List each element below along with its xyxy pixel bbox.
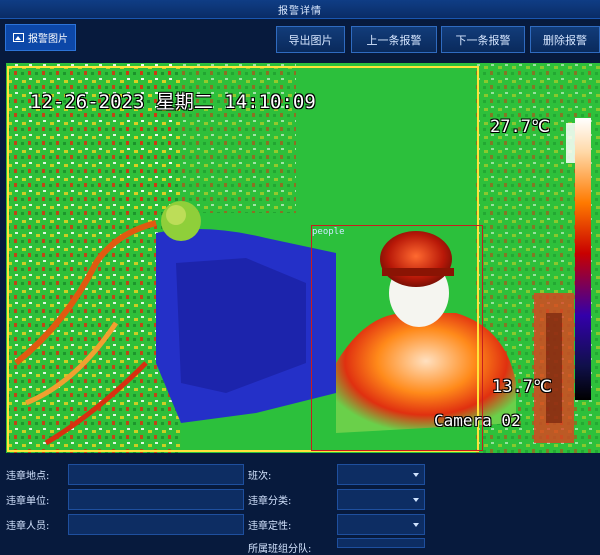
location-field[interactable] xyxy=(68,464,244,485)
detection-box[interactable] xyxy=(311,225,483,451)
tab-alarm-image-label: 报警图片 xyxy=(28,34,68,45)
max-temperature-label: 27.7℃ xyxy=(490,117,551,137)
export-image-button[interactable]: 导出图片 xyxy=(276,26,345,53)
unit-label: 违章单位: xyxy=(6,496,50,507)
previous-alarm-button[interactable]: 上一条报警 xyxy=(351,26,437,53)
title-bar: 报警详情 xyxy=(0,0,600,19)
nature-select[interactable] xyxy=(337,514,425,535)
location-label: 违章地点: xyxy=(6,471,50,482)
image-icon xyxy=(13,33,24,42)
team-select[interactable] xyxy=(337,538,425,548)
timestamp-overlay: 12-26-2023 星期二 14:10:09 xyxy=(30,91,316,113)
chevron-down-icon xyxy=(413,473,419,477)
window-title: 报警详情 xyxy=(278,6,322,17)
person-field[interactable] xyxy=(68,514,244,535)
shift-label: 班次: xyxy=(248,471,272,482)
chevron-down-icon xyxy=(413,498,419,502)
unit-field[interactable] xyxy=(68,489,244,510)
nature-label: 违章定性: xyxy=(248,521,292,532)
shift-select[interactable] xyxy=(337,464,425,485)
category-label: 违章分类: xyxy=(248,496,292,507)
detection-label: people xyxy=(312,227,345,237)
person-label: 违章人员: xyxy=(6,521,50,532)
thermal-image-viewer[interactable]: 12-26-2023 星期二 14:10:09 27.7℃ 13.7℃ Came… xyxy=(6,63,600,453)
category-select[interactable] xyxy=(337,489,425,510)
min-temperature-label: 13.7℃ xyxy=(492,377,553,397)
tab-alarm-image[interactable]: 报警图片 xyxy=(5,24,76,51)
team-label: 所属班组分队: xyxy=(248,544,312,555)
next-alarm-button[interactable]: 下一条报警 xyxy=(441,26,525,53)
temperature-scale-bar xyxy=(575,118,591,400)
delete-alarm-button[interactable]: 删除报警 xyxy=(530,26,600,53)
chevron-down-icon xyxy=(413,523,419,527)
